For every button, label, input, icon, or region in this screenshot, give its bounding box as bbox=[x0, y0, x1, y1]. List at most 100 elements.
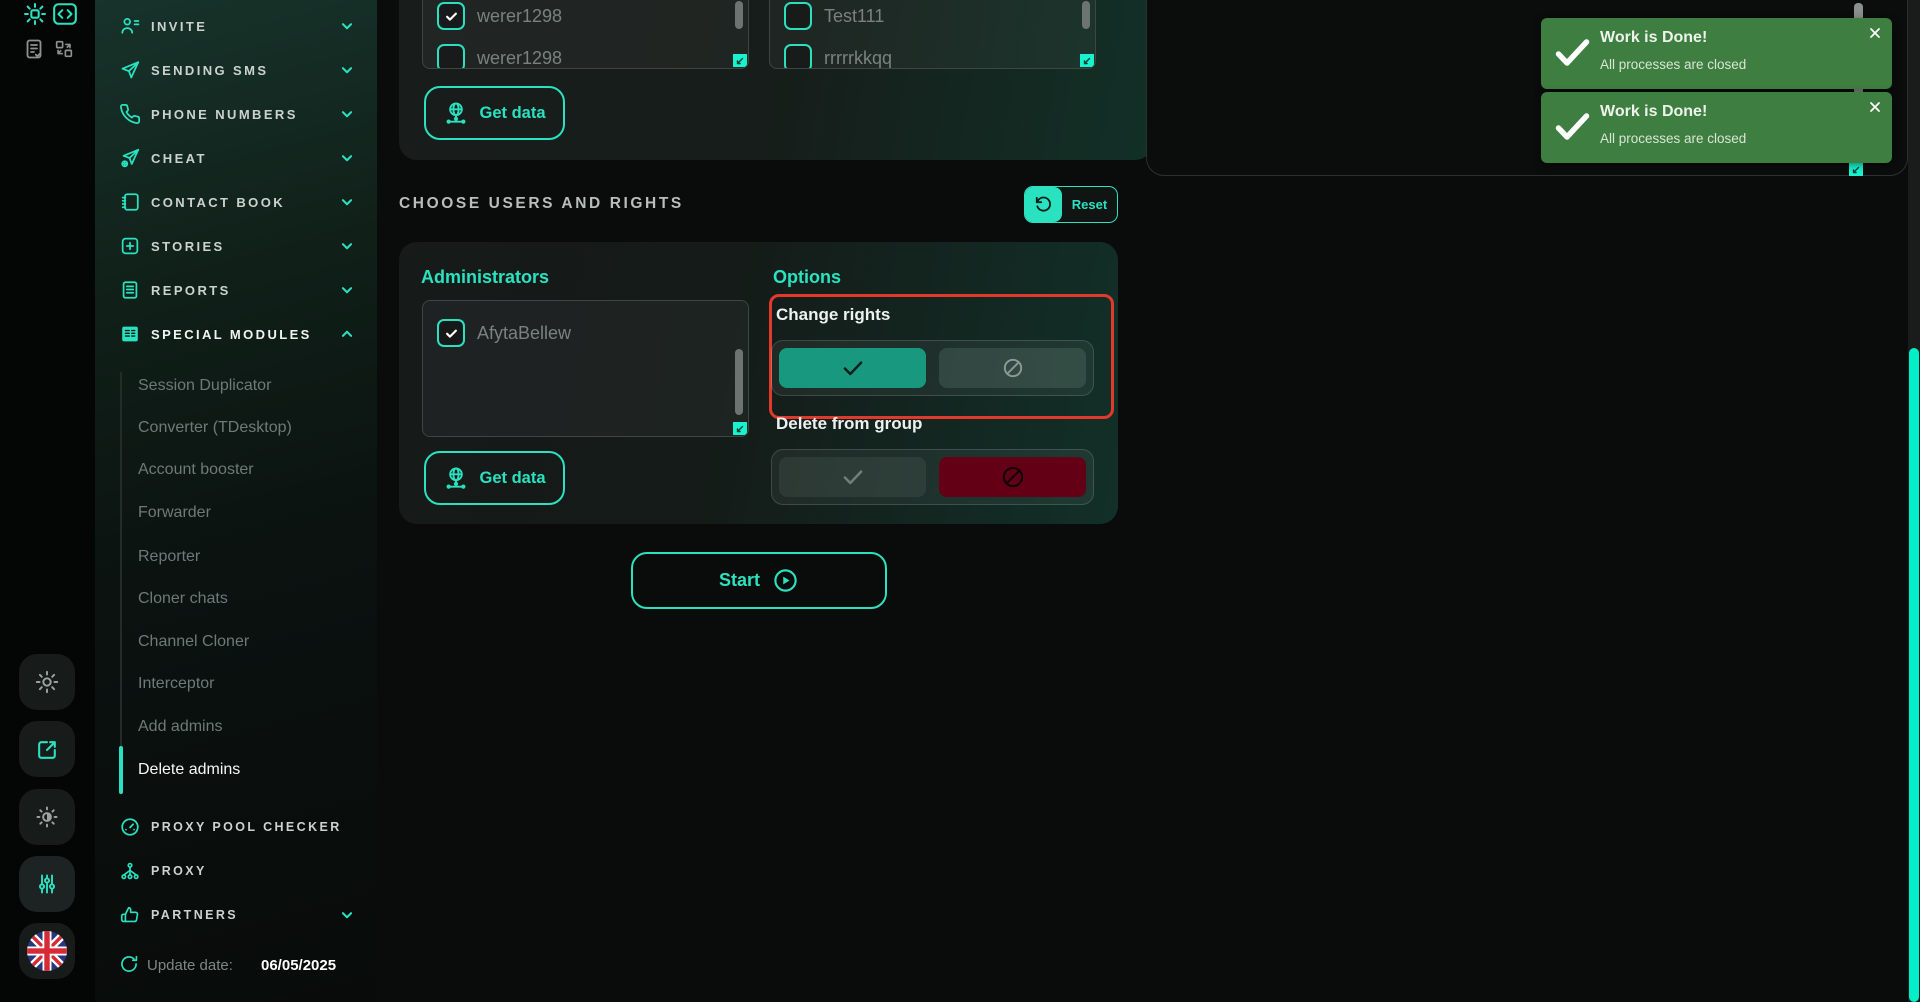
submenu-forwarder[interactable]: Forwarder bbox=[95, 501, 377, 525]
close-icon[interactable] bbox=[1869, 101, 1881, 113]
submenu-label: Reporter bbox=[138, 548, 200, 566]
sliders-icon bbox=[35, 872, 59, 896]
submenu-label: Converter (TDesktop) bbox=[138, 419, 292, 437]
list-scrollbar[interactable] bbox=[735, 349, 743, 415]
block-icon bbox=[1000, 464, 1026, 490]
chevron-down-icon bbox=[338, 281, 356, 299]
list-scrollbar[interactable] bbox=[735, 1, 743, 29]
swap-icon[interactable] bbox=[53, 38, 75, 60]
filters-button[interactable] bbox=[19, 856, 75, 912]
sidebar-item-invite[interactable]: INVITE bbox=[95, 12, 377, 40]
sidebar-item-contact-book[interactable]: CONTACT BOOK bbox=[95, 188, 377, 216]
close-icon[interactable] bbox=[1869, 27, 1881, 39]
submenu-session-duplicator[interactable]: Session Duplicator bbox=[95, 374, 377, 398]
page-scrollbar-track[interactable] bbox=[1908, 0, 1920, 1002]
allow-button-active[interactable] bbox=[779, 348, 926, 388]
account-name: Test111 bbox=[824, 6, 884, 27]
options-title: Options bbox=[773, 267, 841, 288]
submenu-cloner-chats[interactable]: Cloner chats bbox=[95, 587, 377, 611]
brightness-button[interactable] bbox=[19, 789, 75, 845]
code-icon[interactable] bbox=[52, 2, 78, 26]
accounts-list-right[interactable]: Test111 rrrrrkkqq bbox=[769, 0, 1096, 69]
list-item[interactable]: AfytaBellew bbox=[423, 318, 748, 348]
sidebar-item-proxy-pool-checker[interactable]: PROXY POOL CHECKER bbox=[95, 813, 377, 841]
checkbox-checked[interactable] bbox=[437, 2, 465, 30]
list-item[interactable]: rrrrrkkqq bbox=[770, 43, 1095, 69]
accounts-list-left[interactable]: werer1298 werer1298 bbox=[422, 0, 749, 69]
start-label: Start bbox=[719, 570, 760, 591]
list-scrollbar[interactable] bbox=[1082, 1, 1090, 29]
sidebar: INVITE SENDING SMS PHONE NUMBERS CHEAT C… bbox=[95, 0, 377, 1002]
checkbox-unchecked[interactable] bbox=[784, 2, 812, 30]
resize-handle-icon[interactable] bbox=[1849, 163, 1863, 176]
sidebar-item-partners[interactable]: PARTNERS bbox=[95, 901, 377, 929]
resize-handle-icon[interactable] bbox=[733, 54, 747, 67]
resize-handle-icon[interactable] bbox=[1080, 54, 1094, 67]
rights-panel: Administrators AfytaBellew Get data Opti… bbox=[399, 242, 1118, 524]
sidebar-item-label: CHEAT bbox=[151, 151, 207, 166]
delete-from-group-label: Delete from group bbox=[776, 414, 922, 434]
check-icon bbox=[840, 355, 866, 381]
checkbox-checked[interactable] bbox=[437, 319, 465, 347]
sidebar-item-phone-numbers[interactable]: PHONE NUMBERS bbox=[95, 100, 377, 128]
sidebar-item-cheat[interactable]: CHEAT bbox=[95, 144, 377, 172]
resize-handle-icon[interactable] bbox=[733, 422, 747, 435]
submenu-delete-admins[interactable]: Delete admins bbox=[95, 758, 377, 782]
clipboard-check-icon[interactable] bbox=[22, 37, 46, 61]
delete-from-group-toggle bbox=[771, 449, 1094, 505]
list-item[interactable]: Test111 bbox=[770, 1, 1095, 31]
submenu-add-admins[interactable]: Add admins bbox=[95, 715, 377, 739]
change-rights-toggle bbox=[771, 340, 1094, 396]
sidebar-item-label: PARTNERS bbox=[151, 908, 238, 922]
submenu-channel-cloner[interactable]: Channel Cloner bbox=[95, 630, 377, 654]
sidebar-item-sending-sms[interactable]: SENDING SMS bbox=[95, 56, 377, 84]
sidebar-item-proxy[interactable]: PROXY bbox=[95, 857, 377, 885]
sidebar-item-reports[interactable]: REPORTS bbox=[95, 276, 377, 304]
list-item[interactable]: werer1298 bbox=[423, 43, 748, 69]
reset-button[interactable]: Reset bbox=[1024, 186, 1118, 223]
sidebar-item-special-modules[interactable]: SPECIAL MODULES bbox=[95, 320, 377, 348]
chevron-down-icon bbox=[338, 61, 356, 79]
sidebar-item-label: STORIES bbox=[151, 239, 225, 254]
submenu-label: Channel Cloner bbox=[138, 633, 249, 651]
sidebar-item-label: PROXY bbox=[151, 864, 207, 878]
submenu-reporter[interactable]: Reporter bbox=[95, 545, 377, 569]
deny-button-inactive[interactable] bbox=[939, 348, 1086, 388]
submenu-account-booster[interactable]: Account booster bbox=[95, 458, 377, 482]
submenu-label: Session Duplicator bbox=[138, 377, 271, 395]
bot-settings-icon[interactable] bbox=[22, 1, 48, 27]
update-date-row: Update date: 06/05/2025 bbox=[95, 952, 377, 978]
language-button[interactable] bbox=[19, 923, 75, 979]
settings-button[interactable] bbox=[19, 654, 75, 710]
account-name: rrrrrkkqq bbox=[824, 48, 892, 69]
play-circle-icon bbox=[772, 567, 799, 594]
page-scrollbar-thumb[interactable] bbox=[1909, 348, 1919, 1002]
submenu-interceptor[interactable]: Interceptor bbox=[95, 672, 377, 696]
get-data-button[interactable]: Get data bbox=[424, 451, 565, 505]
sidebar-item-label: SENDING SMS bbox=[151, 63, 268, 78]
list-item[interactable]: werer1298 bbox=[423, 1, 748, 31]
chevron-up-icon bbox=[338, 325, 356, 343]
external-link-button[interactable] bbox=[19, 721, 75, 777]
toast-notification: Work is Done! All processes are closed bbox=[1541, 18, 1892, 89]
external-link-icon bbox=[35, 737, 60, 762]
rotate-ccw-icon bbox=[1025, 187, 1062, 222]
submenu-converter-tdesktop[interactable]: Converter (TDesktop) bbox=[95, 416, 377, 440]
deny-button-active[interactable] bbox=[939, 457, 1086, 497]
allow-button-inactive[interactable] bbox=[779, 457, 926, 497]
checkbox-unchecked[interactable] bbox=[437, 44, 465, 69]
accounts-panel: werer1298 werer1298 Test111 rrrrrkkqq bbox=[399, 0, 1153, 160]
start-button[interactable]: Start bbox=[631, 552, 887, 609]
sidebar-item-label: REPORTS bbox=[151, 283, 231, 298]
paper-plane-icon bbox=[119, 59, 141, 81]
get-data-button[interactable]: Get data bbox=[424, 86, 565, 140]
administrators-list[interactable]: AfytaBellew bbox=[422, 300, 749, 437]
sidebar-item-label: CONTACT BOOK bbox=[151, 195, 285, 210]
refresh-icon[interactable] bbox=[119, 954, 139, 974]
checkbox-unchecked[interactable] bbox=[784, 44, 812, 69]
check-icon bbox=[840, 464, 866, 490]
chevron-down-icon bbox=[338, 906, 356, 924]
sidebar-item-stories[interactable]: STORIES bbox=[95, 232, 377, 260]
phone-icon bbox=[119, 103, 141, 125]
sidebar-item-label: SPECIAL MODULES bbox=[151, 327, 312, 342]
